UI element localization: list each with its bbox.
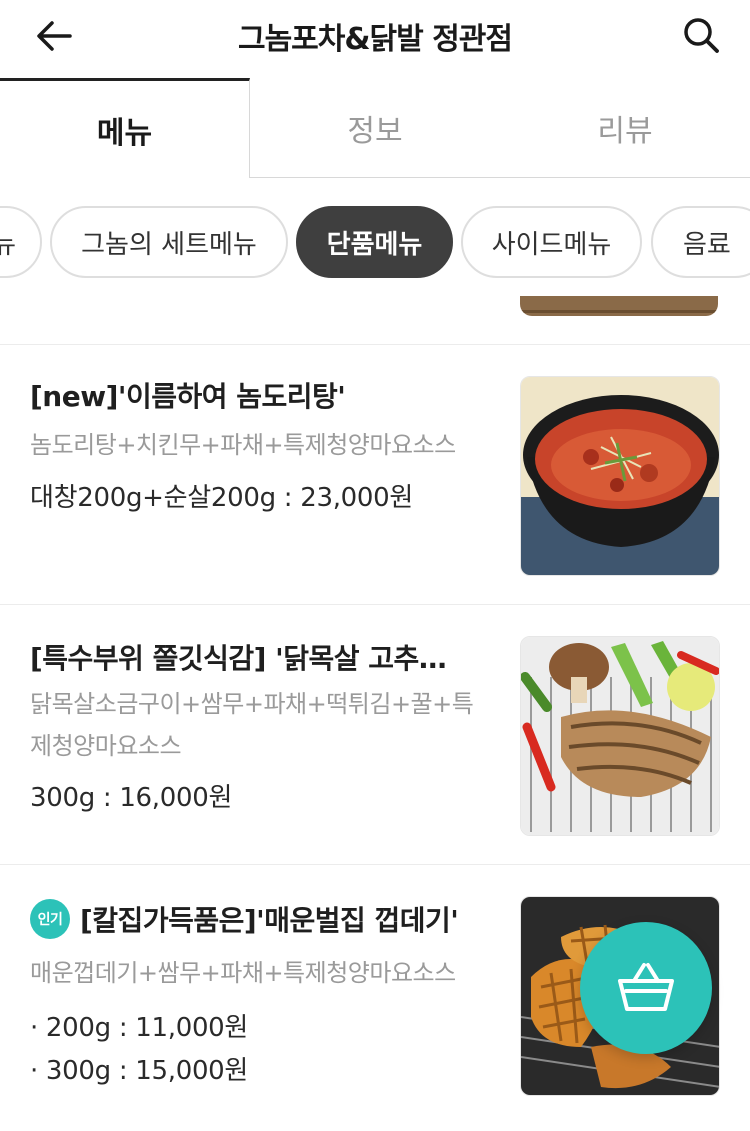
menu-item-name-row: 인기 [칼집가득품은]'매운벌집 껍데기' — [30, 899, 490, 942]
menu-item-price: · 300g : 15,000원 — [30, 1056, 249, 1086]
menu-item-price: · 200g : 11,000원 — [30, 1013, 249, 1043]
category-chip-single-menu[interactable]: 단품메뉴 — [296, 206, 453, 278]
category-chips: 뉴 그놈의 세트메뉴 단품메뉴 사이드메뉴 음료 — [0, 206, 750, 280]
menu-item-image-partial[interactable] — [520, 296, 718, 316]
menu-item-description: 놈도리탕+치킨무+파채+특제청양마요소스 — [30, 431, 456, 459]
menu-item[interactable]: [new]'이름하여 놈도리탕' 놈도리탕+치킨무+파채+특제청양마요소스 대창… — [0, 345, 750, 604]
menu-item-name: [칼집가득품은]'매운벌집 껍데기' — [80, 904, 459, 937]
menu-item-name: [new]'이름하여 놈도리탕' — [30, 380, 346, 413]
menu-item-price: 대창200g+순살200g : 23,000원 — [30, 483, 414, 513]
store-tabs: 메뉴 정보 리뷰 — [0, 78, 750, 178]
menu-item-name: [특수부위 쫄깃식감] '닭목살 고추… — [30, 642, 447, 675]
basket-icon — [618, 963, 674, 1011]
category-chip-set-menu[interactable]: 그놈의 세트메뉴 — [50, 206, 288, 278]
tab-menu[interactable]: 메뉴 — [0, 78, 250, 178]
tab-info[interactable]: 정보 — [250, 78, 500, 178]
popular-badge: 인기 — [30, 899, 70, 939]
search-button[interactable] — [676, 12, 726, 58]
menu-item-image — [520, 376, 720, 576]
menu-item-description: 닭목살소금구이+쌈무+파채+떡튀김+꿀+특제청양마요소스 — [30, 690, 474, 760]
category-chip-partial[interactable]: 뉴 — [0, 206, 42, 278]
menu-item[interactable]: [특수부위 쫄깃식감] '닭목살 고추… 닭목살소금구이+쌈무+파채+떡튀김+꿀… — [0, 605, 750, 864]
menu-item-description: 매운껍데기+쌈무+파채+특제청양마요소스 — [30, 959, 456, 987]
menu-item-price: 300g : 16,000원 — [30, 783, 233, 813]
search-icon — [684, 18, 719, 53]
tab-review[interactable]: 리뷰 — [500, 78, 750, 178]
menu-item-image — [520, 636, 720, 836]
page-title: 그놈포차&닭발 정관점 — [237, 22, 513, 57]
category-chip-drinks[interactable]: 음료 — [651, 206, 750, 278]
cart-button[interactable] — [580, 922, 712, 1054]
app-header: 그놈포차&닭발 정관점 — [0, 0, 750, 72]
category-chip-side-menu[interactable]: 사이드메뉴 — [461, 206, 642, 278]
